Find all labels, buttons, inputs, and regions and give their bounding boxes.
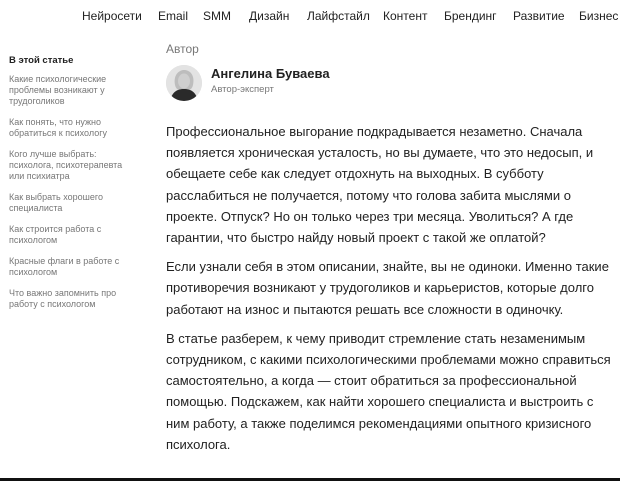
nav-item-smm[interactable]: SMM [203, 9, 231, 23]
article-paragraph: Если узнали себя в этом описании, знайте… [166, 259, 609, 317]
author-role: Автор-эксперт [211, 84, 274, 95]
toc-link[interactable]: Красные флаги в работе с психологом [9, 256, 139, 278]
toc-link[interactable]: Что важно запомнить про работу с психоло… [9, 288, 139, 310]
nav-item-development[interactable]: Развитие [513, 9, 565, 23]
nav-item-lifestyle[interactable]: Лайфстайл [307, 9, 370, 23]
author-section-label: Автор [166, 42, 199, 56]
top-navigation: Нейросети Email SMM Дизайн Лайфстайл Кон… [0, 0, 620, 32]
nav-item-design[interactable]: Дизайн [249, 9, 289, 23]
toc-link[interactable]: Как выбрать хорошего специалиста [9, 192, 139, 214]
article-paragraph: В статье разберем, к чему приводит стрем… [166, 330, 611, 452]
article-body: Профессиональное выгорание подкрадываетс… [166, 121, 611, 463]
author-name[interactable]: Ангелина Буваева [211, 66, 330, 81]
toc-link[interactable]: Кого лучше выбрать: психолога, психотера… [9, 149, 139, 182]
table-of-contents: В этой статье Какие психологические проб… [9, 55, 139, 320]
nav-item-business[interactable]: Бизнес [579, 9, 618, 23]
author-photo-icon [166, 65, 202, 101]
nav-item-content[interactable]: Контент [383, 9, 427, 23]
nav-item-branding[interactable]: Брендинг [444, 9, 497, 23]
toc-link[interactable]: Как строится работа с психологом [9, 224, 139, 246]
nav-item-email[interactable]: Email [158, 9, 188, 23]
nav-item-neural-networks[interactable]: Нейросети [82, 9, 142, 23]
toc-link[interactable]: Как понять, что нужно обратиться к психо… [9, 117, 139, 139]
toc-link[interactable]: Какие психологические проблемы возникают… [9, 74, 139, 107]
toc-heading: В этой статье [9, 55, 74, 66]
author-avatar[interactable] [166, 65, 202, 101]
article-paragraph: Профессиональное выгорание подкрадываетс… [166, 124, 594, 246]
